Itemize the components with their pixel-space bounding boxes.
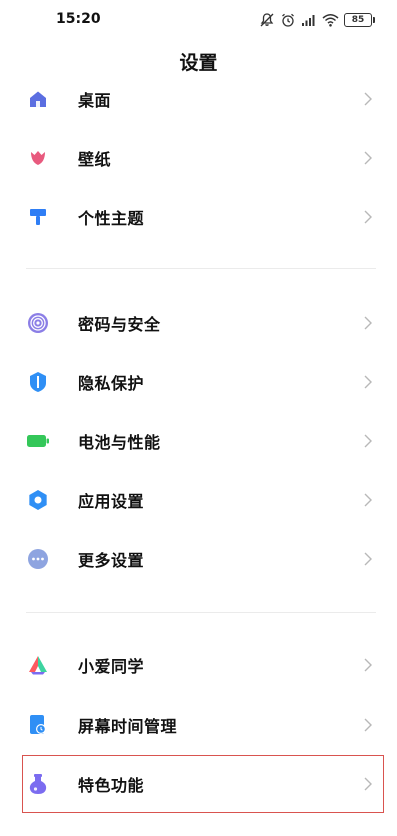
battery-icon bbox=[26, 429, 50, 453]
more-icon bbox=[26, 547, 50, 571]
item-label: 屏幕时间管理 bbox=[78, 717, 178, 736]
settings-item-privacy[interactable]: 隐私保护 bbox=[0, 355, 397, 409]
section-divider bbox=[26, 612, 376, 613]
chevron-right-icon bbox=[363, 492, 373, 508]
flask-icon bbox=[26, 772, 50, 796]
battery-level: 85 bbox=[344, 13, 372, 27]
gear-icon bbox=[26, 488, 50, 512]
item-label: 隐私保护 bbox=[78, 374, 145, 393]
battery-tip bbox=[373, 17, 375, 23]
screen-time-icon bbox=[26, 713, 50, 737]
tulip-icon bbox=[26, 146, 50, 170]
wifi-icon bbox=[322, 13, 339, 27]
item-label: 桌面 bbox=[78, 91, 112, 110]
chevron-right-icon bbox=[363, 551, 373, 567]
battery-icon: 85 bbox=[344, 13, 375, 27]
chevron-right-icon bbox=[363, 776, 373, 792]
item-label: 应用设置 bbox=[78, 492, 145, 511]
shield-icon bbox=[26, 370, 50, 394]
xiaoai-icon bbox=[26, 653, 50, 677]
chevron-right-icon bbox=[363, 657, 373, 673]
signal-icon bbox=[301, 13, 317, 27]
settings-item-screen-time[interactable]: 屏幕时间管理 bbox=[0, 698, 397, 752]
item-label: 更多设置 bbox=[78, 551, 145, 570]
section-divider bbox=[26, 268, 376, 269]
page-title: 设置 bbox=[179, 52, 218, 74]
settings-item-password-security[interactable]: 密码与安全 bbox=[0, 296, 397, 350]
fingerprint-icon bbox=[26, 311, 50, 335]
settings-item-battery-performance[interactable]: 电池与性能 bbox=[0, 414, 397, 468]
item-label: 壁纸 bbox=[78, 150, 112, 169]
chevron-right-icon bbox=[363, 374, 373, 390]
status-bar: 15:20 85 bbox=[0, 0, 397, 40]
item-label: 密码与安全 bbox=[78, 315, 161, 334]
settings-item-special-features[interactable]: 特色功能 bbox=[0, 757, 397, 811]
notifications-off-icon bbox=[259, 12, 275, 28]
item-label: 电池与性能 bbox=[78, 433, 161, 452]
chevron-right-icon bbox=[363, 150, 373, 166]
settings-item-app-settings[interactable]: 应用设置 bbox=[0, 473, 397, 527]
status-time: 15:20 bbox=[56, 11, 101, 27]
chevron-right-icon bbox=[363, 209, 373, 225]
settings-item-themes[interactable]: 个性主题 bbox=[0, 190, 397, 244]
item-label: 个性主题 bbox=[78, 209, 145, 228]
paint-roller-icon bbox=[26, 205, 50, 229]
chevron-right-icon bbox=[363, 315, 373, 331]
status-icons: 85 bbox=[259, 10, 375, 30]
item-label: 特色功能 bbox=[78, 776, 145, 795]
chevron-right-icon bbox=[363, 91, 373, 107]
settings-item-more-settings[interactable]: 更多设置 bbox=[0, 532, 397, 586]
chevron-right-icon bbox=[363, 717, 373, 733]
settings-item-xiaoai[interactable]: 小爱同学 bbox=[0, 638, 397, 692]
settings-item-wallpaper[interactable]: 壁纸 bbox=[0, 131, 397, 185]
item-label: 小爱同学 bbox=[78, 657, 145, 676]
alarm-icon bbox=[280, 12, 296, 28]
chevron-right-icon bbox=[363, 433, 373, 449]
settings-item-desktop[interactable]: 桌面 bbox=[0, 72, 397, 126]
home-icon bbox=[26, 87, 50, 111]
